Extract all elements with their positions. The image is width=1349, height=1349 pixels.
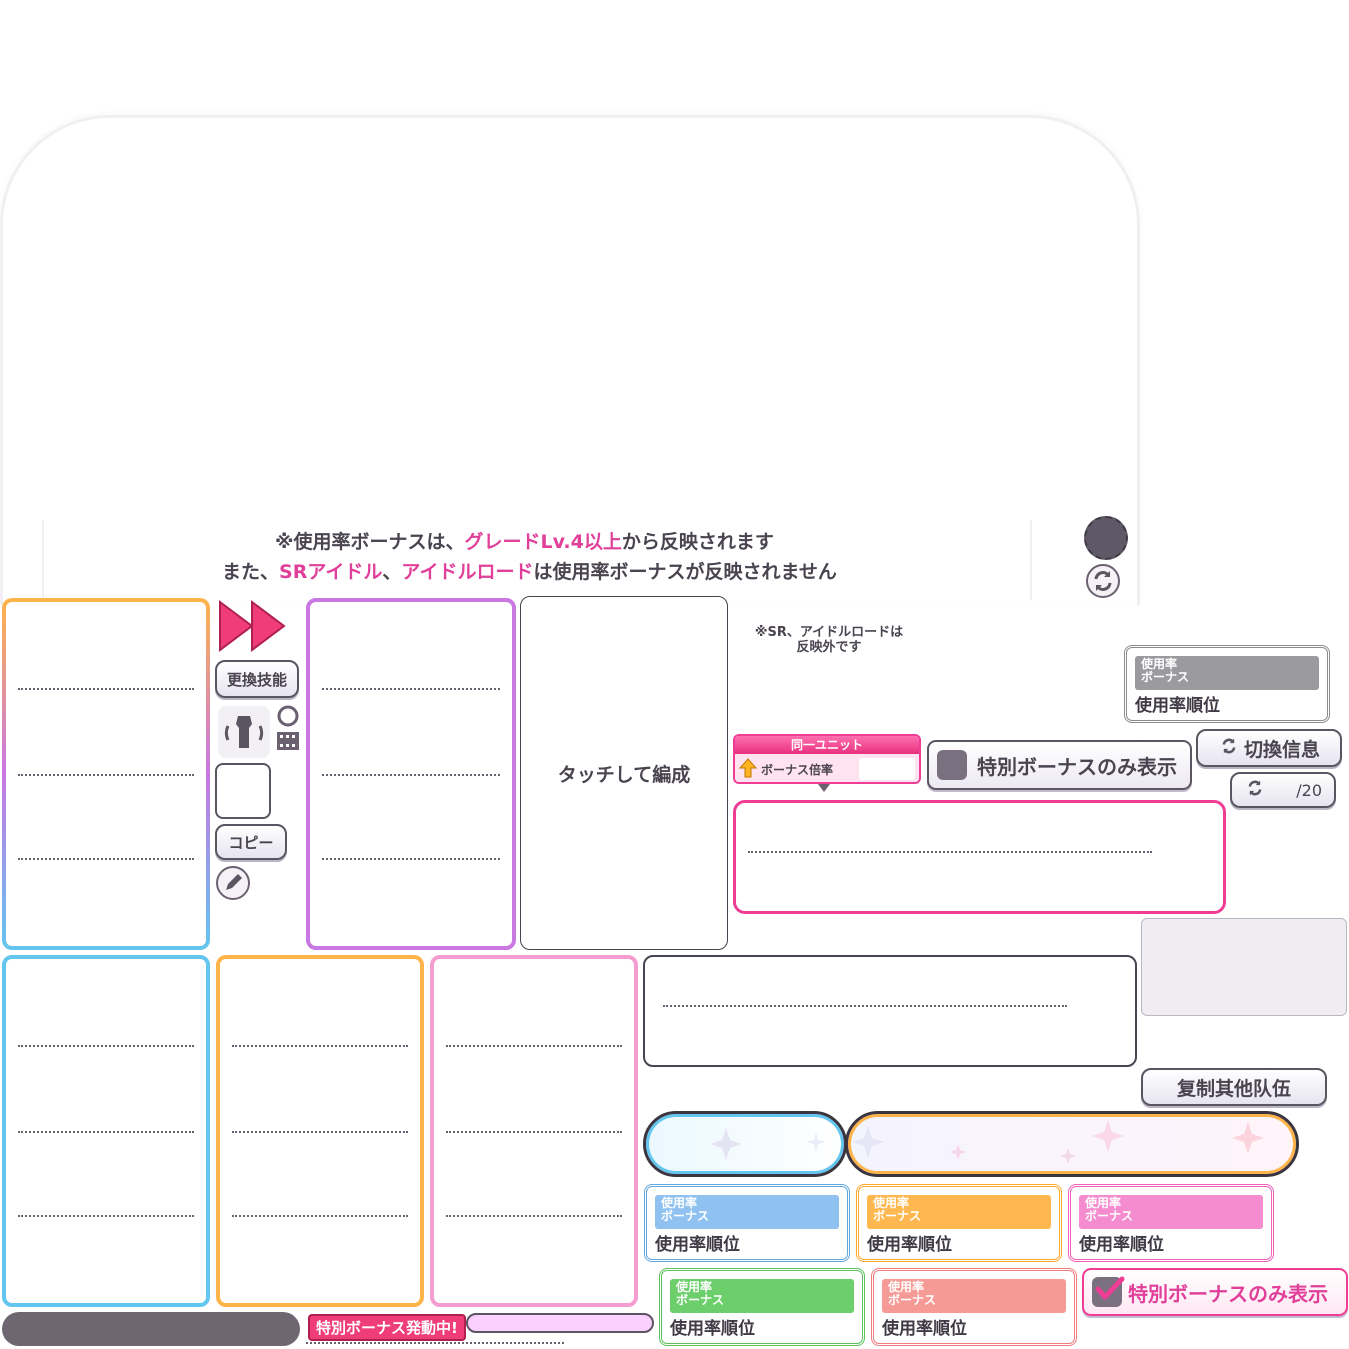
divider-line	[663, 1005, 1067, 1007]
divider-line	[322, 688, 500, 690]
sr-note: ※SR、アイドルロードは 反映外です	[754, 625, 904, 655]
tooltip-pointer	[818, 784, 830, 792]
rank-bar: 使用率 ボーナス	[655, 1195, 839, 1229]
divider-line	[18, 1215, 194, 1217]
rank-bar: 使用率 ボーナス	[1079, 1195, 1263, 1229]
card-orange[interactable]	[216, 955, 424, 1307]
special-only-checked-label: 特別ボーナスのみ表示	[1128, 1281, 1328, 1306]
rank-label: 使用率順位	[1079, 1235, 1164, 1255]
divider-line	[18, 1131, 194, 1133]
gray-panel	[1141, 918, 1347, 1016]
checkbox-unchecked[interactable]	[937, 750, 967, 780]
rank-bar: 使用率 ボーナス	[670, 1279, 854, 1313]
divider-line	[232, 1045, 408, 1047]
notice-line-1: ※使用率ボーナスは、グレードLv.4以上から反映されます	[275, 531, 774, 553]
outfit-rotate-icon[interactable]	[218, 706, 270, 758]
check-icon[interactable]	[1092, 1276, 1125, 1307]
pink-info-box	[733, 800, 1226, 914]
same-unit-tab: 同一ユニット	[735, 736, 919, 754]
rank-label: 使用率順位	[655, 1235, 740, 1255]
special-only-toggle[interactable]: 特別ボーナスのみ表示	[927, 740, 1192, 790]
card-purple[interactable]	[306, 598, 516, 950]
divider-line	[446, 1045, 622, 1047]
divider-line	[322, 858, 500, 860]
rank-card-pink: 使用率 ボーナス 使用率順位	[1068, 1184, 1274, 1262]
touch-to-edit-panel[interactable]: タッチして編成	[520, 596, 728, 950]
team-counter[interactable]: /20	[1230, 772, 1336, 808]
divider-line	[748, 851, 1152, 853]
refresh-icon[interactable]	[1086, 564, 1120, 598]
dark-bottom-bar	[2, 1312, 300, 1346]
same-unit-box: 同一ユニット ボーナス倍率	[733, 734, 921, 784]
rank-label: 使用率順位	[1135, 696, 1220, 716]
card-blue[interactable]	[2, 955, 210, 1307]
empty-slot[interactable]	[215, 763, 271, 819]
rank-card-blue: 使用率 ボーナス 使用率順位	[644, 1184, 850, 1262]
bonus-multiplier-value	[859, 758, 915, 780]
divider-line	[232, 1215, 408, 1217]
arrow-up-icon	[738, 758, 758, 778]
switch-info-label: 切換信息	[1243, 738, 1320, 761]
dark-info-box	[643, 955, 1137, 1067]
copy-other-team-button[interactable]: 复制其他队伍	[1141, 1068, 1327, 1106]
rank-card-green: 使用率 ボーナス 使用率順位	[659, 1268, 865, 1346]
divider-line	[322, 774, 500, 776]
special-only-label: 特別ボーナスのみ表示	[977, 754, 1177, 779]
notice-line-2: また、SRアイドル、アイドルロードは使用率ボーナスが反映されません	[222, 561, 837, 583]
refresh-icon	[1218, 735, 1240, 762]
rank-label: 使用率順位	[882, 1319, 967, 1339]
rank-label: 使用率順位	[670, 1319, 755, 1339]
film-icon[interactable]	[274, 704, 302, 754]
divider-line	[446, 1131, 622, 1133]
divider-line	[306, 1342, 564, 1344]
rank-card-salmon: 使用率 ボーナス 使用率順位	[871, 1268, 1077, 1346]
fast-forward-icon[interactable]	[218, 600, 288, 652]
counter-suffix: /20	[1296, 780, 1322, 800]
rank-card-gray: 使用率 ボーナス 使用率順位	[1124, 645, 1330, 723]
rank-label: 使用率順位	[867, 1235, 952, 1255]
rank-card-orange: 使用率 ボーナス 使用率順位	[856, 1184, 1062, 1262]
card-lightpink[interactable]	[430, 955, 638, 1307]
special-active-badge: 特別ボーナス発動中!	[308, 1314, 466, 1341]
divider-line	[18, 688, 194, 690]
refresh-icon	[1244, 777, 1266, 804]
pencil-icon[interactable]	[216, 866, 250, 900]
pink-progress-bar	[466, 1313, 654, 1333]
rank-bar: 使用率 ボーナス	[882, 1279, 1066, 1313]
divider-line	[446, 1215, 622, 1217]
divider-line	[232, 1131, 408, 1133]
divider-line	[18, 1045, 194, 1047]
divider-line	[18, 774, 194, 776]
divider-line	[18, 858, 194, 860]
copy-button[interactable]: コピー	[215, 824, 287, 860]
dark-circle-badge	[1084, 516, 1128, 560]
sparkle-banner-left	[643, 1111, 847, 1177]
switch-info-button[interactable]: 切換信息	[1196, 729, 1342, 767]
rank-bar: 使用率 ボーナス	[867, 1195, 1051, 1229]
sparkle-banner-right	[845, 1111, 1299, 1177]
rank-bar: 使用率 ボーナス	[1135, 656, 1319, 690]
skill-swap-button[interactable]: 更換技能	[215, 660, 299, 698]
bonus-multiplier-label: ボーナス倍率	[761, 762, 834, 777]
touch-to-edit-label: タッチして編成	[557, 763, 691, 786]
card-gradient[interactable]	[2, 598, 210, 950]
special-only-toggle-checked[interactable]: 特別ボーナスのみ表示	[1082, 1268, 1348, 1316]
